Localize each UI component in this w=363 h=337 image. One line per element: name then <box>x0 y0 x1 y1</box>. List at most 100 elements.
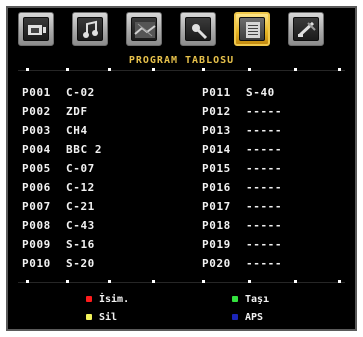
separator-dot <box>66 280 69 283</box>
program-number: P014 <box>202 143 231 156</box>
legend-yellow-action[interactable]: Sil <box>86 310 117 324</box>
menu-title: PROGRAM TABLOSU <box>128 55 235 66</box>
separator-dot <box>294 68 297 71</box>
program-name: ----- <box>246 257 283 270</box>
program-row[interactable]: P001 C-02 <box>22 83 182 102</box>
program-name: S-40 <box>246 86 275 99</box>
program-number: P004 <box>22 143 51 156</box>
program-row[interactable]: P020 ----- <box>202 254 355 273</box>
separator-bottom <box>18 280 345 283</box>
program-name: S-16 <box>66 238 95 251</box>
yellow-square-icon <box>86 314 92 320</box>
program-name: C-12 <box>66 181 95 194</box>
program-name: ----- <box>246 124 283 137</box>
program-name: S-20 <box>66 257 95 270</box>
tab-program-table[interactable] <box>234 12 270 46</box>
separator-dot <box>152 280 155 283</box>
separator-dot <box>338 68 341 71</box>
tab-source[interactable] <box>288 12 324 46</box>
program-name: CH4 <box>66 124 88 137</box>
tab-features[interactable] <box>126 12 162 46</box>
menu-tab-bar <box>18 12 348 52</box>
program-number: P006 <box>22 181 51 194</box>
picture-icon <box>23 17 49 41</box>
program-row[interactable]: P002 ZDF <box>22 102 182 121</box>
program-name: ----- <box>246 219 283 232</box>
tv-menu-screen: PROGRAM TABLOSU P001 C-02 P002 ZDF P003 CH4… <box>6 6 357 331</box>
tab-sound[interactable] <box>72 12 108 46</box>
separator-dot <box>108 68 111 71</box>
program-row[interactable]: P016 ----- <box>202 178 355 197</box>
program-name: ----- <box>246 162 283 175</box>
program-row[interactable]: P013 ----- <box>202 121 355 140</box>
program-row[interactable]: P006 C-12 <box>22 178 182 197</box>
program-row[interactable]: P011 S-40 <box>202 83 355 102</box>
separator-dot <box>294 280 297 283</box>
program-number: P003 <box>22 124 51 137</box>
legend-label: APS <box>245 311 264 323</box>
program-number: P018 <box>202 219 231 232</box>
program-name: ----- <box>246 143 283 156</box>
music-note-icon <box>77 17 103 41</box>
program-name: ----- <box>246 105 283 118</box>
separator-dot <box>248 280 251 283</box>
program-row[interactable]: P012 ----- <box>202 102 355 121</box>
program-name: ----- <box>246 238 283 251</box>
program-name: C-43 <box>66 219 95 232</box>
green-square-icon <box>232 296 238 302</box>
program-name: ----- <box>246 181 283 194</box>
red-square-icon <box>86 296 92 302</box>
program-name: C-21 <box>66 200 95 213</box>
program-name: ZDF <box>66 105 88 118</box>
separator-dot <box>66 68 69 71</box>
program-row[interactable]: P004 BBC 2 <box>22 140 182 159</box>
program-row[interactable]: P005 C-07 <box>22 159 182 178</box>
program-name: C-02 <box>66 86 95 99</box>
program-number: P001 <box>22 86 51 99</box>
legend-red-action[interactable]: İsim. <box>86 292 129 306</box>
tab-install[interactable] <box>180 12 216 46</box>
program-row[interactable]: P009 S-16 <box>22 235 182 254</box>
separator-dot <box>26 68 29 71</box>
legend-blue-action[interactable]: APS <box>232 310 263 324</box>
program-column-left: P001 C-02 P002 ZDF P003 CH4 P004 BBC 2 P005 C… <box>22 83 182 273</box>
separator-dot <box>202 68 205 71</box>
tab-picture[interactable] <box>18 12 54 46</box>
program-number: P019 <box>202 238 231 251</box>
program-table: P001 C-02 P002 ZDF P003 CH4 P004 BBC 2 P005 C… <box>22 83 342 283</box>
program-number: P005 <box>22 162 51 175</box>
program-number: P002 <box>22 105 51 118</box>
program-row[interactable]: P008 C-43 <box>22 216 182 235</box>
program-number: P017 <box>202 200 231 213</box>
program-row[interactable]: P018 ----- <box>202 216 355 235</box>
program-number: P020 <box>202 257 231 270</box>
separator-dot <box>108 280 111 283</box>
features-icon <box>131 17 157 41</box>
wrench-icon <box>185 17 211 41</box>
program-row[interactable]: P010 S-20 <box>22 254 182 273</box>
program-row[interactable]: P014 ----- <box>202 140 355 159</box>
program-number: P009 <box>22 238 51 251</box>
program-number: P007 <box>22 200 51 213</box>
program-number: P011 <box>202 86 231 99</box>
legend-label: İsim. <box>99 293 130 305</box>
separator-dot <box>152 68 155 71</box>
program-name: C-07 <box>66 162 95 175</box>
program-row[interactable]: P017 ----- <box>202 197 355 216</box>
program-number: P008 <box>22 219 51 232</box>
program-row[interactable]: P003 CH4 <box>22 121 182 140</box>
program-row[interactable]: P019 ----- <box>202 235 355 254</box>
program-number: P015 <box>202 162 231 175</box>
legend-label: Taşı <box>245 293 270 305</box>
separator-top <box>18 68 345 71</box>
separator-dot <box>26 280 29 283</box>
separator-dot <box>338 280 341 283</box>
program-row[interactable]: P007 C-21 <box>22 197 182 216</box>
list-icon <box>239 17 265 41</box>
legend-label: Sil <box>99 311 118 323</box>
blue-square-icon <box>232 314 238 320</box>
program-name: ----- <box>246 200 283 213</box>
legend-green-action[interactable]: Taşı <box>232 292 269 306</box>
program-row[interactable]: P015 ----- <box>202 159 355 178</box>
plug-icon <box>293 17 319 41</box>
